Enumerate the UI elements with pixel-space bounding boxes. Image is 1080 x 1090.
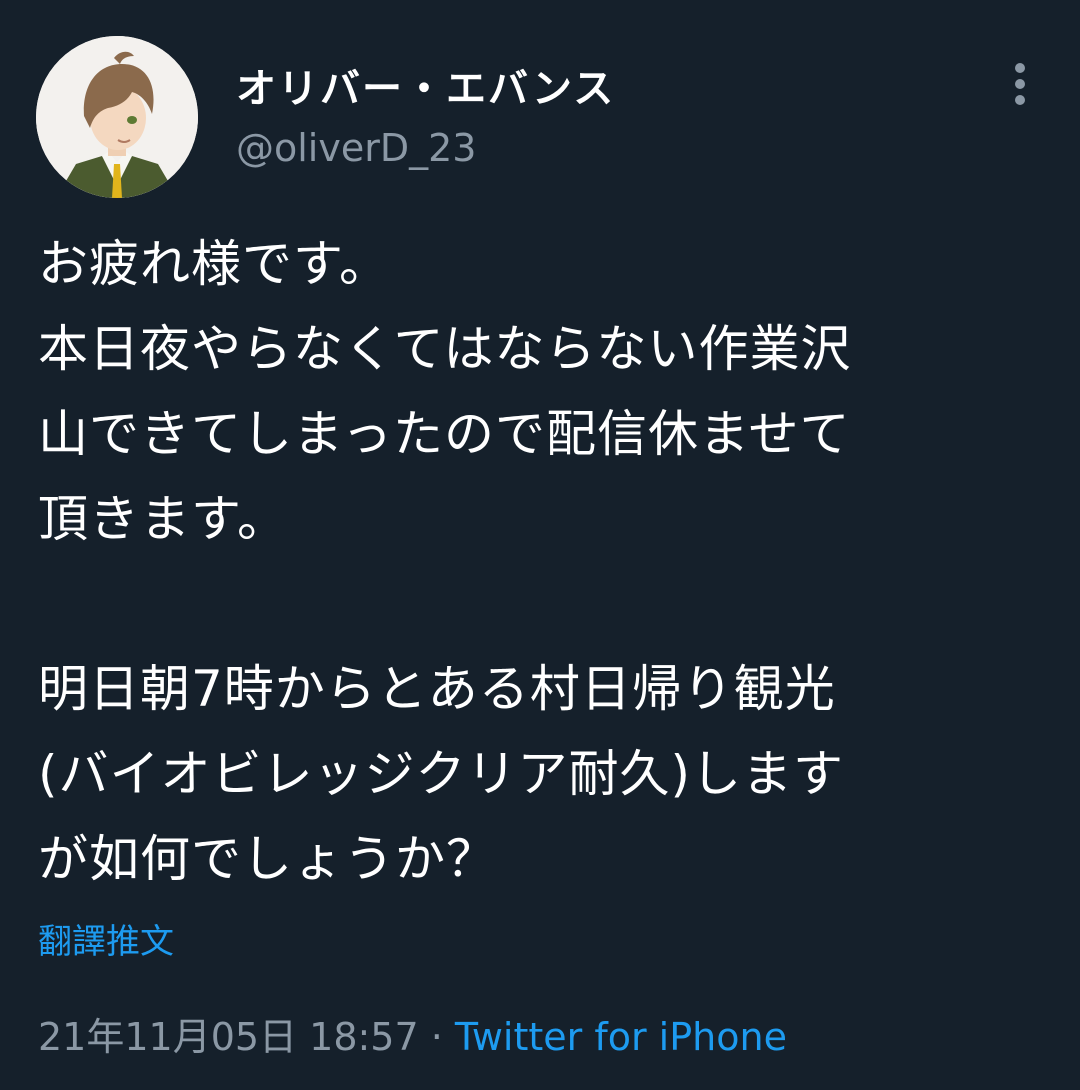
more-options-button[interactable] xyxy=(998,56,1042,112)
more-vertical-icon xyxy=(1015,63,1025,105)
tweet-meta: 21年11月05日 18:57 · Twitter for iPhone xyxy=(38,1006,787,1061)
tweet-card: オリバー・エバンス @oliverD_23 お疲れ様です。 本日夜やらなくてはな… xyxy=(0,0,1080,1090)
avatar-illustration xyxy=(36,36,198,198)
tweet-text: お疲れ様です。 本日夜やらなくてはならない作業沢 山できてしまったので配信休ませ… xyxy=(38,235,852,888)
meta-separator: · xyxy=(418,1015,455,1059)
tweet-source-link[interactable]: Twitter for iPhone xyxy=(455,1015,787,1059)
tweet-timestamp[interactable]: 21年11月05日 18:57 xyxy=(38,1015,419,1059)
author-handle[interactable]: @oliverD_23 xyxy=(236,126,476,170)
avatar[interactable] xyxy=(36,36,198,198)
author-display-name[interactable]: オリバー・エバンス xyxy=(236,56,615,114)
translate-tweet-link[interactable]: 翻譯推文 xyxy=(38,914,174,963)
